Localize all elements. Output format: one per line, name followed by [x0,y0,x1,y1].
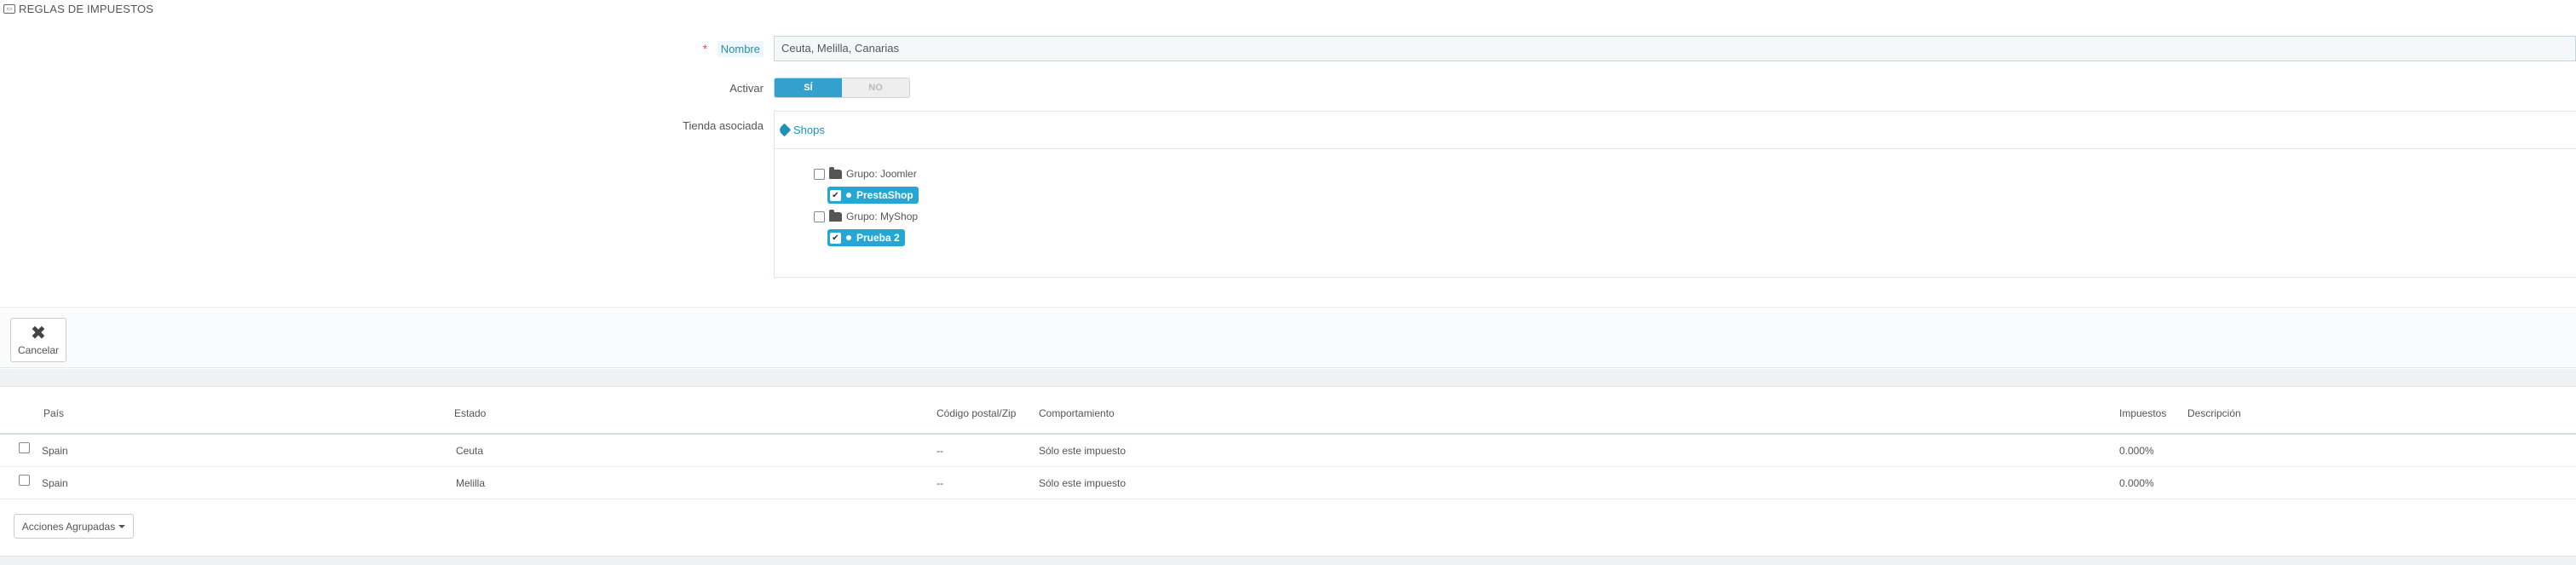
bulk-actions-button[interactable]: Acciones Agrupadas [14,514,134,539]
cell-zip: -- [936,477,943,489]
section-divider [0,369,2576,387]
column-header-behavior[interactable]: Comportamiento [1039,407,1115,419]
tree-shop-prueba2: ✔ Prueba 2 [827,229,905,246]
table-row[interactable]: Spain Ceuta -- Sólo este impuesto 0.000% [0,435,2576,467]
cell-country: Spain [42,445,68,457]
shop-checkbox[interactable]: ✔ [830,232,841,244]
folder-open-icon [829,166,842,179]
shop-pill[interactable]: ✔ Prueba 2 [827,229,905,246]
bullet-icon [846,235,851,240]
bulk-actions-label: Acciones Agrupadas [21,520,116,533]
tree-shop-prestashop: ✔ PrestaShop [827,187,919,204]
row-checkbox[interactable] [19,442,30,453]
cell-behavior: Sólo este impuesto [1039,477,1127,489]
panel-title: REGLAS DE IMPUESTOS [19,2,154,15]
cell-behavior: Sólo este impuesto [1039,445,1127,457]
shops-header-label: Shops [793,124,825,136]
column-header-country[interactable]: País [43,407,64,419]
cell-tax: 0.000% [2119,445,2154,457]
group-checkbox[interactable] [814,168,825,180]
active-switch[interactable]: SÍ NO [774,78,910,98]
name-label-group: * Nombre [702,41,764,57]
shop-label-text: Prueba 2 [856,232,900,244]
panel-footer [0,307,2576,368]
column-header-description[interactable]: Descripción [2187,407,2241,419]
shop-pill[interactable]: ✔ PrestaShop [827,187,919,204]
name-label: Nombre [717,41,764,57]
required-mark: * [702,42,708,55]
bullet-icon [846,193,851,198]
column-header-zip[interactable]: Código postal/Zip [936,407,1016,419]
shop-tree-panel: Shops Grupo: Joomler ✔ PrestaShop Grupo:… [774,111,2576,278]
bottom-divider [0,556,2576,565]
tree-group-joomler: Grupo: Joomler [814,166,917,180]
cell-tax: 0.000% [2119,477,2154,489]
active-label: Activar [729,82,764,95]
active-no-option[interactable]: NO [842,78,909,97]
tax-rules-icon: ▭ [3,3,15,14]
shop-label: Tienda asociada [683,119,764,132]
cancel-button[interactable]: ✖ Cancelar [10,318,66,362]
column-header-tax[interactable]: Impuestos [2119,407,2166,419]
cell-state: Ceuta [456,445,484,457]
cell-state: Melilla [456,477,486,489]
cancel-label: Cancelar [17,343,60,356]
tree-group-myshop: Grupo: MyShop [814,209,919,222]
group-label: Grupo: MyShop [846,210,919,222]
group-label: Grupo: Joomler [846,168,917,180]
caret-down-icon [118,524,126,528]
column-header-state[interactable]: Estado [454,407,486,419]
shop-checkbox[interactable]: ✔ [830,189,841,201]
active-yes-option[interactable]: SÍ [775,78,842,97]
shop-label-text: PrestaShop [856,189,913,201]
group-checkbox[interactable] [814,210,825,222]
row-checkbox[interactable] [19,475,30,486]
cell-country: Spain [42,477,68,489]
tag-icon [777,123,792,137]
table-row[interactable]: Spain Melilla -- Sólo este impuesto 0.00… [0,467,2576,499]
panel-heading: ▭ REGLAS DE IMPUESTOS [0,0,2576,17]
shops-header[interactable]: Shops [775,112,2576,149]
name-input[interactable]: Ceuta, Melilla, Canarias [774,36,2576,61]
close-icon: ✖ [30,321,47,343]
active-form-row: Activar [0,78,2576,98]
folder-open-icon [829,209,842,222]
cell-zip: -- [936,445,943,457]
